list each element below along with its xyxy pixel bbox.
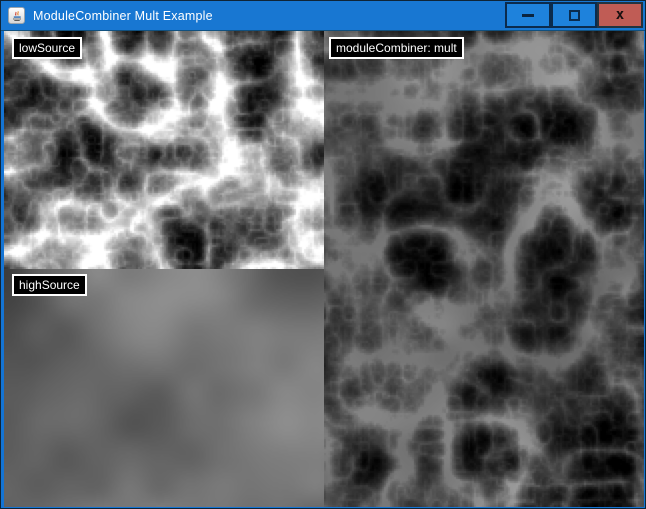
- render-area: lowSource highSource moduleCombiner: mul…: [4, 31, 644, 507]
- minimize-button[interactable]: [505, 2, 551, 28]
- panel-label-highsource: highSource: [12, 274, 87, 296]
- java-app-icon: [8, 7, 25, 24]
- lowsource-noise-canvas: [4, 31, 324, 269]
- mult-noise-canvas: [324, 31, 644, 507]
- minimize-icon: [522, 14, 534, 17]
- maximize-icon: [569, 10, 580, 21]
- highsource-noise-canvas: [4, 269, 324, 507]
- window-title: ModuleCombiner Mult Example: [33, 9, 213, 23]
- close-button[interactable]: x: [597, 2, 643, 28]
- panel-label-lowsource: lowSource: [12, 37, 82, 59]
- panel-label-mult: moduleCombiner: mult: [329, 37, 464, 59]
- app-window: ModuleCombiner Mult Example x lowSource …: [0, 0, 646, 509]
- titlebar[interactable]: ModuleCombiner Mult Example x: [1, 1, 645, 31]
- window-controls: x: [505, 2, 643, 28]
- close-icon: x: [616, 8, 624, 22]
- maximize-button[interactable]: [551, 2, 597, 28]
- java-coffee-cup-glyph: [11, 10, 23, 22]
